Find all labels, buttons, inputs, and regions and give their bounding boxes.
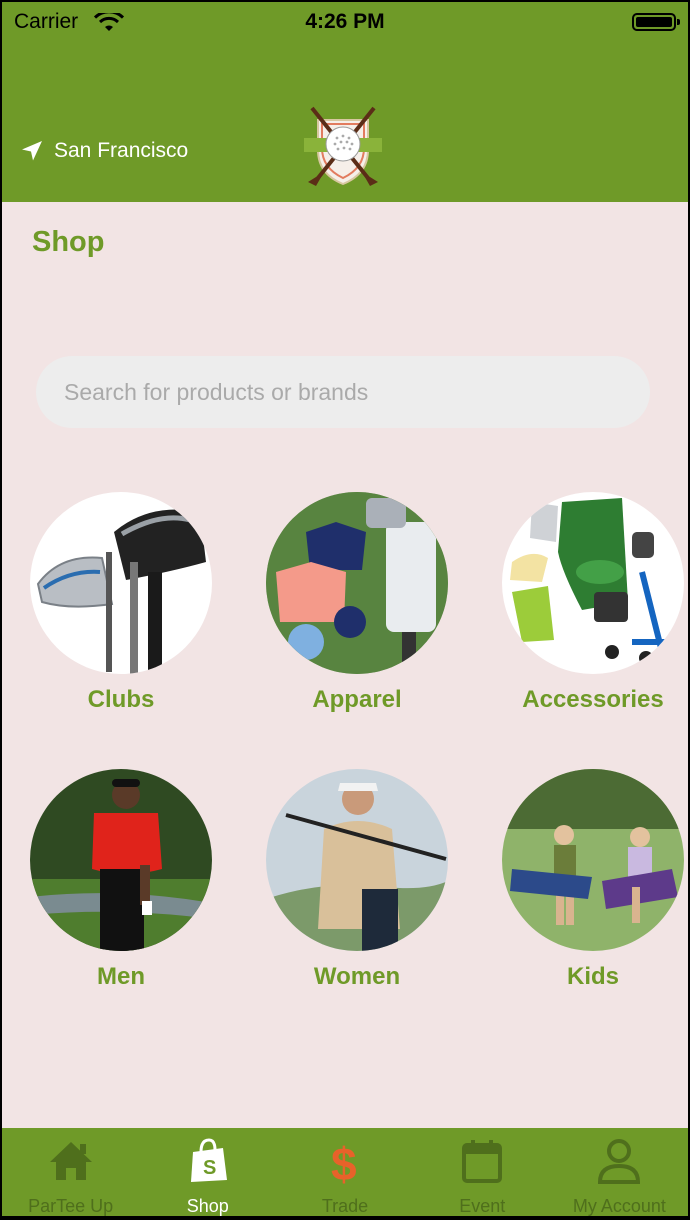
- tab-event[interactable]: Event: [414, 1128, 551, 1216]
- category-apparel[interactable]: Apparel: [265, 492, 449, 714]
- category-label: Clubs: [87, 686, 155, 713]
- tab-label: Event: [459, 1196, 506, 1216]
- location-label: San Francisco: [54, 139, 189, 162]
- tab-partee-up[interactable]: ParTee Up: [2, 1128, 139, 1216]
- calendar-icon: [462, 1140, 503, 1183]
- category-label: Men: [97, 963, 145, 990]
- tab-label: Trade: [321, 1196, 369, 1216]
- tab-label: My Account: [572, 1196, 666, 1216]
- category-accessories[interactable]: Accessories: [501, 492, 685, 714]
- bottom-tab-bar: ParTee Up S Shop $ Trade Event My Accoun…: [2, 1128, 688, 1216]
- category-kids[interactable]: Kids: [501, 769, 685, 991]
- category-label: Kids: [566, 963, 619, 990]
- location-selector[interactable]: San Francisco: [20, 139, 188, 163]
- svg-text:$: $: [331, 1138, 357, 1186]
- woman-golfer-photo: [266, 769, 448, 951]
- category-label: Women: [313, 963, 401, 990]
- clock: 4:26 PM: [305, 10, 385, 33]
- dollar-icon: $: [331, 1138, 357, 1186]
- battery-icon: [632, 13, 680, 31]
- tab-label: ParTee Up: [28, 1196, 114, 1216]
- man-golfer-photo: [30, 769, 212, 951]
- category-men[interactable]: Men: [29, 769, 213, 991]
- category-clubs[interactable]: Clubs: [29, 492, 213, 714]
- tab-label: Shop: [186, 1196, 229, 1216]
- category-label: Apparel: [312, 686, 402, 713]
- tab-my-account[interactable]: My Account: [551, 1128, 688, 1216]
- app-screen: Carrier 4:26 PM San Francisco Shop Searc…: [2, 2, 688, 1216]
- user-icon: [598, 1139, 641, 1184]
- golf-logo: [304, 106, 382, 186]
- tab-trade[interactable]: $ Trade: [276, 1128, 413, 1216]
- search-input[interactable]: [36, 356, 650, 428]
- kids-golfers-photo: [502, 769, 684, 951]
- tab-shop[interactable]: S Shop: [139, 1128, 276, 1216]
- golf-apparel-photo: [266, 492, 448, 674]
- golf-clubs-photo: [30, 492, 212, 674]
- home-icon: [49, 1142, 92, 1180]
- category-women[interactable]: Women: [265, 769, 449, 991]
- svg-text:S: S: [203, 1157, 216, 1179]
- location-arrow-icon: [22, 141, 42, 161]
- status-bar: Carrier 4:26 PM: [14, 10, 680, 38]
- page-title: Shop: [32, 226, 105, 258]
- shopping-bag-icon: S: [190, 1138, 227, 1182]
- golf-accessories-photo: [502, 492, 684, 674]
- category-label: Accessories: [522, 686, 664, 713]
- header-bar: Carrier 4:26 PM San Francisco: [2, 2, 688, 202]
